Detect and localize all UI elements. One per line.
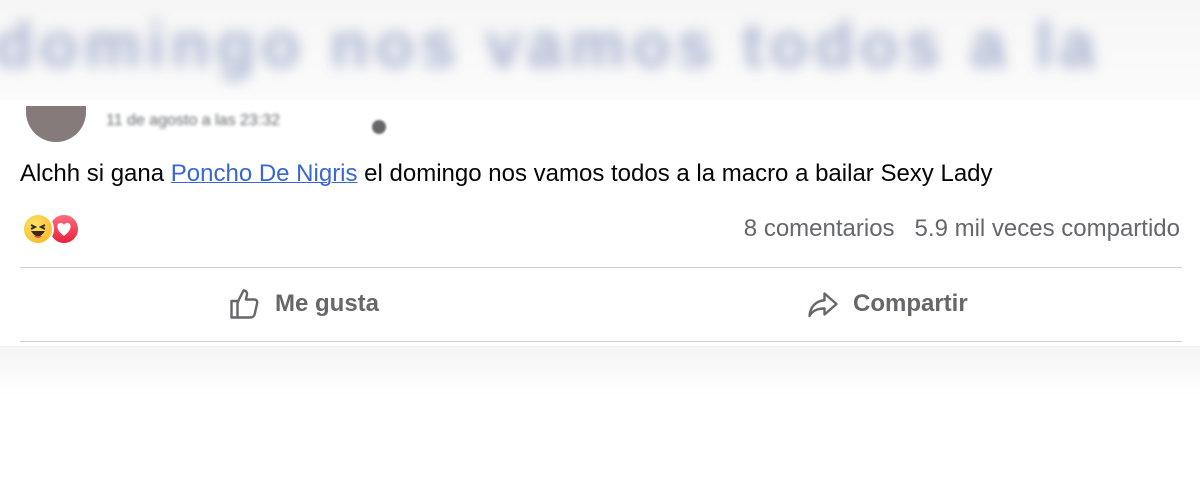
mention-link[interactable]: Poncho De Nigris	[171, 160, 358, 187]
like-label: Me gusta	[275, 290, 380, 317]
share-label: Compartir	[853, 290, 968, 317]
post-stats: 8 comentarios 5.9 mil veces compartido	[744, 215, 1180, 243]
shares-count[interactable]: 5.9 mil veces compartido	[915, 215, 1180, 242]
page-background-band	[0, 346, 1200, 396]
share-button[interactable]: Compartir	[805, 284, 968, 324]
thumbs-up-icon	[230, 289, 259, 319]
divider-bottom	[20, 341, 1182, 342]
post-date[interactable]: 11 de agosto a las 23:32	[106, 112, 280, 132]
haha-icon	[22, 213, 54, 245]
reactions-summary[interactable]	[22, 213, 92, 247]
post-text-after: el domingo nos vamos todos a la macro a …	[357, 160, 993, 187]
blurred-header-banner: domingo nos vamos todos a la	[0, 0, 1200, 100]
comments-count[interactable]: 8 comentarios	[744, 215, 895, 242]
post-text: Alchh si gana Poncho De Nigris el doming…	[20, 160, 993, 188]
share-arrow-icon	[808, 292, 838, 318]
globe-icon	[372, 120, 386, 134]
blurred-header-text: domingo nos vamos todos a la	[0, 9, 1101, 81]
post-text-before: Alchh si gana	[20, 160, 171, 187]
like-button[interactable]: Me gusta	[227, 284, 379, 324]
divider-top	[20, 267, 1182, 268]
